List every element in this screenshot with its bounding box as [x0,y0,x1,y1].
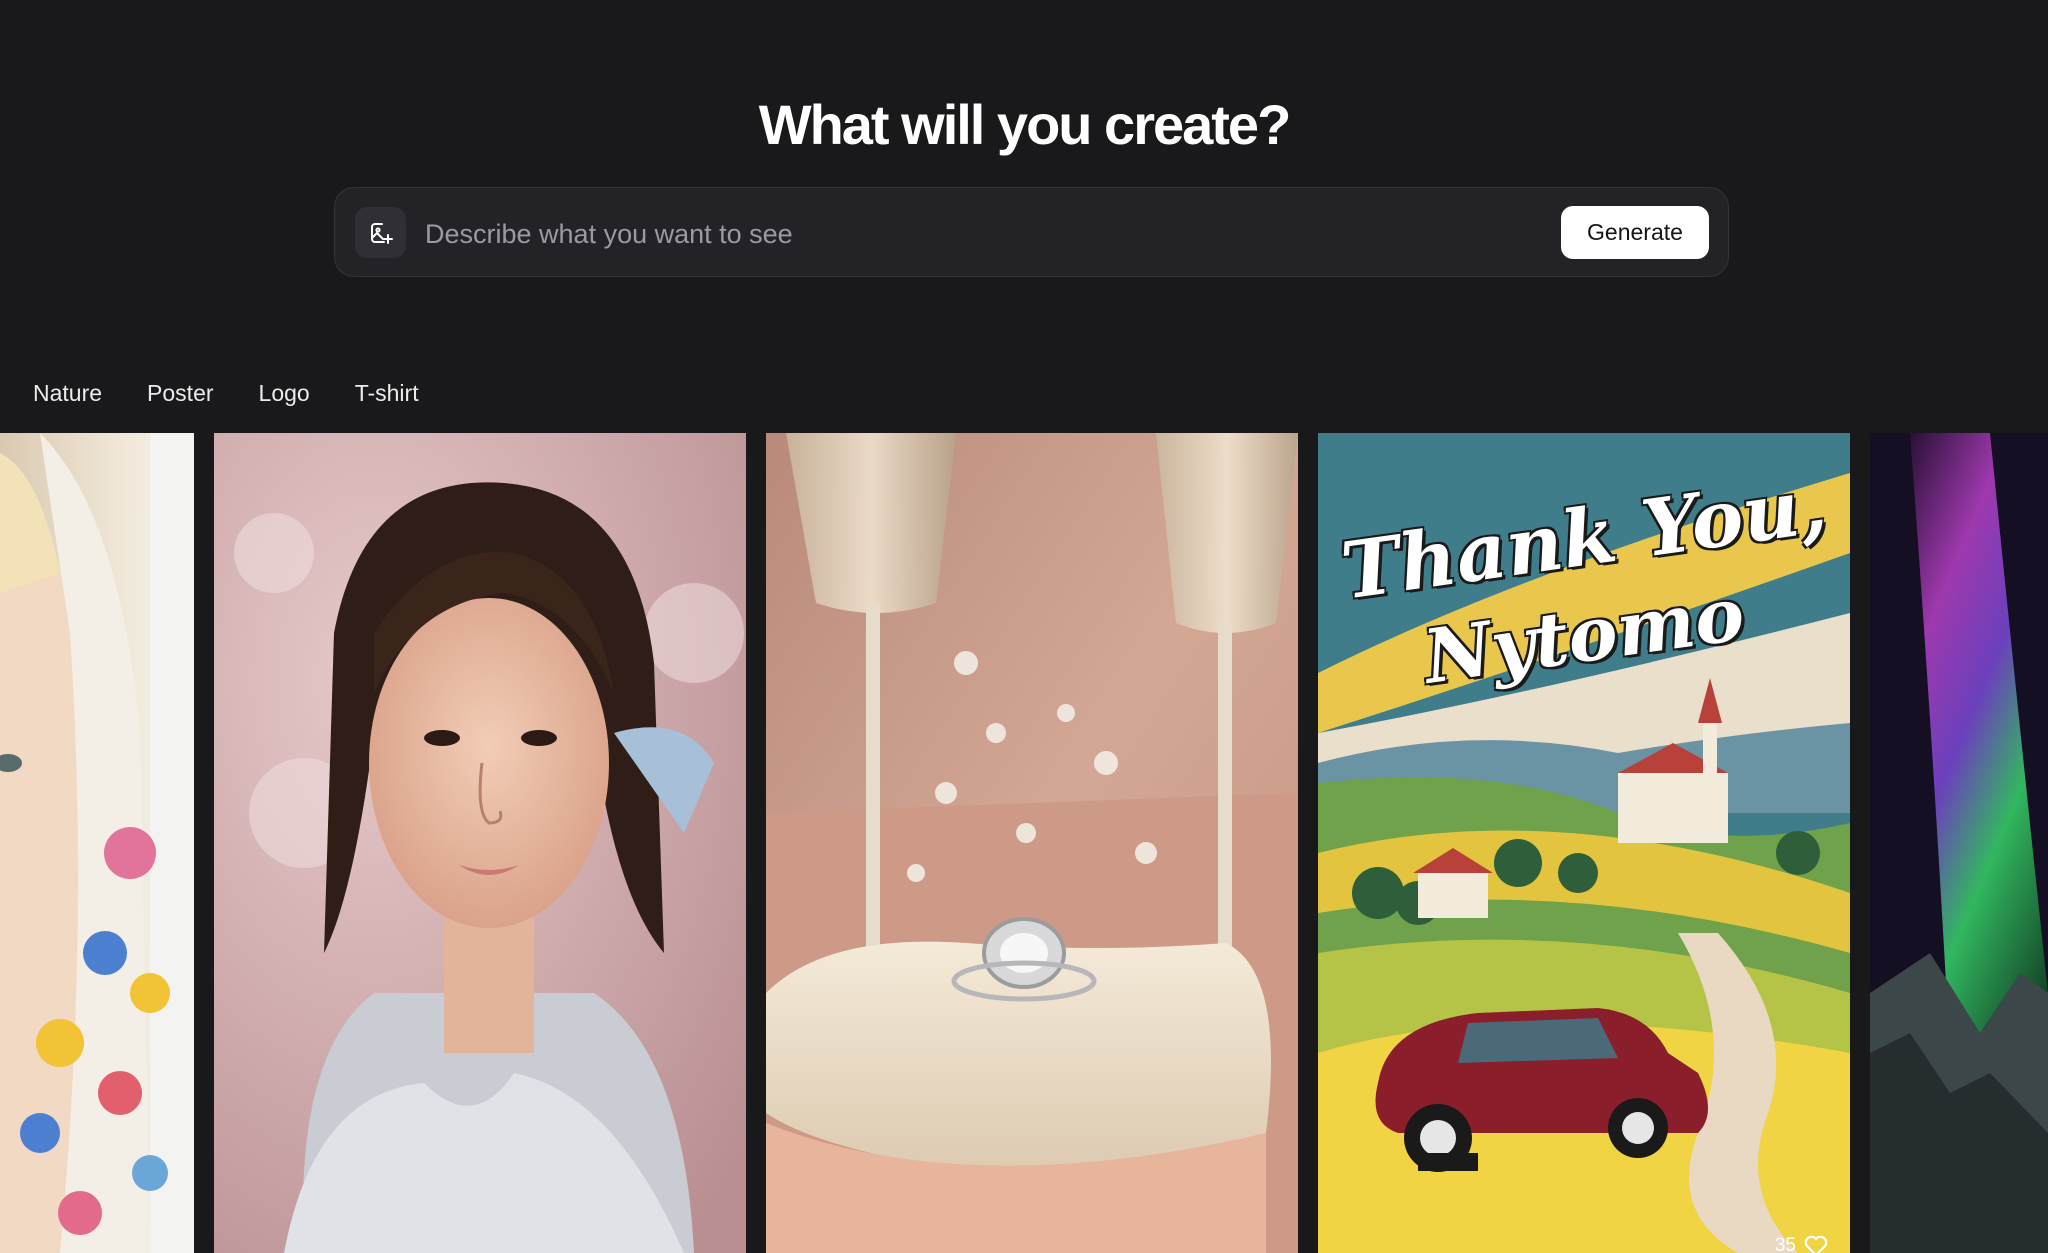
category-tabs: Nature Poster Logo T-shirt [33,380,419,407]
woman-portrait-image [214,433,746,1253]
floral-portrait-image [0,433,194,1253]
image-plus-icon [370,222,393,244]
category-tab-nature[interactable]: Nature [33,380,102,407]
generate-button[interactable]: Generate [1561,206,1709,259]
category-tab-tshirt[interactable]: T-shirt [355,380,419,407]
page-title: What will you create? [758,93,1292,156]
prompt-input[interactable] [423,208,1327,260]
category-tab-logo[interactable]: Logo [259,380,310,407]
likes-count: 35 [1774,1235,1796,1253]
aurora-image [1870,433,2048,1253]
prompt-bar: Generate [334,187,1729,277]
image-gallery: Thank You, Nytomo 35 [0,433,2048,1253]
gallery-card-aurora[interactable] [1870,433,2048,1253]
gallery-card-floral-portrait[interactable] [0,433,194,1253]
heart-icon [1804,1235,1828,1253]
gallery-card-ring[interactable] [766,433,1298,1253]
gallery-card-thank-you-poster[interactable]: Thank You, Nytomo 35 [1318,433,1850,1253]
category-tab-poster[interactable]: Poster [147,380,213,407]
ring-pillow-image [766,433,1298,1253]
likes-counter[interactable]: 35 [1775,1235,1828,1253]
gallery-card-woman-portrait[interactable] [214,433,746,1253]
image-upload-button[interactable] [355,207,406,258]
